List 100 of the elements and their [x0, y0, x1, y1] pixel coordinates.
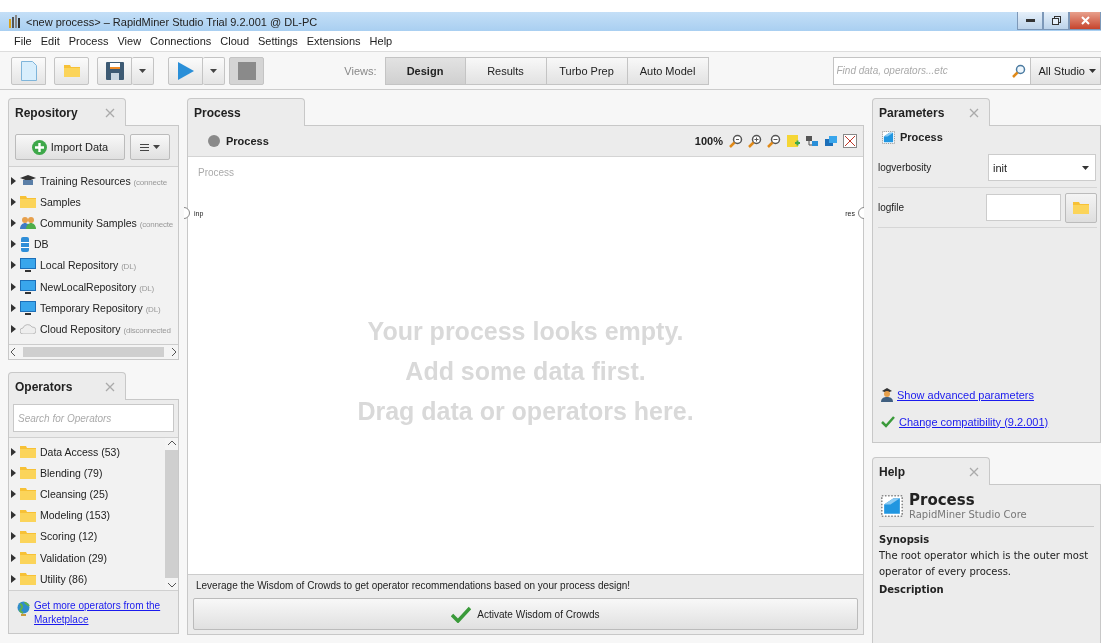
close-button[interactable] — [1069, 12, 1101, 30]
tree-item[interactable]: Cloud Repository (disconnected — [9, 318, 178, 340]
expand-arrow-icon[interactable] — [11, 303, 16, 312]
cloud-icon — [20, 323, 36, 335]
menu-item[interactable]: Process — [68, 35, 109, 47]
parameters-link[interactable]: Change compatibility (9.2.001) — [899, 415, 1049, 428]
tree-item[interactable]: Local Repository (DL) — [9, 254, 178, 276]
expand-arrow-icon[interactable] — [11, 511, 16, 520]
view-tab[interactable]: Results — [465, 56, 547, 85]
expand-arrow-icon[interactable] — [11, 532, 16, 541]
menu-item[interactable]: Edit — [40, 35, 60, 47]
tree-item[interactable]: Utility (86) — [9, 568, 165, 590]
note-icon[interactable] — [786, 134, 800, 148]
zoom-level: 100% — [694, 135, 723, 147]
operator-title: Process — [909, 491, 976, 509]
folder-icon — [20, 195, 36, 209]
tree-item[interactable]: Community Samples (connecte — [9, 212, 178, 234]
expand-arrow-icon[interactable] — [11, 574, 16, 583]
tree-item[interactable]: Modeling (153) — [9, 504, 165, 526]
panel-tab[interactable]: Operators — [8, 372, 126, 400]
caret-icon — [210, 68, 217, 73]
menu-item[interactable]: File — [14, 35, 32, 47]
globe-icon — [17, 601, 30, 616]
expand-arrow-icon[interactable] — [11, 261, 16, 270]
output-port-icon[interactable] — [857, 207, 865, 219]
tree-item[interactable]: Temporary Repository (DL) — [9, 297, 178, 319]
expand-arrow-icon[interactable] — [11, 240, 16, 249]
parameter-label: logverbosity — [878, 162, 933, 173]
run-menu-button[interactable] — [203, 56, 225, 85]
expand-arrow-icon[interactable] — [11, 468, 16, 477]
section-heading: Synopsis — [879, 534, 931, 545]
monitor-icon — [20, 300, 36, 315]
view-tab[interactable]: Turbo Prep — [546, 56, 628, 85]
tree-item[interactable]: Scoring (12) — [9, 525, 165, 547]
tree-item[interactable]: Samples — [9, 191, 178, 213]
vertical-scrollbar[interactable] — [165, 438, 178, 590]
expand-arrow-icon[interactable] — [11, 176, 16, 185]
menu-item[interactable]: Cloud — [220, 35, 249, 47]
plus-icon — [31, 139, 47, 155]
people-icon — [20, 215, 36, 230]
import-data-button[interactable]: Import Data — [15, 134, 125, 160]
tree-item[interactable]: Data Access (53) — [9, 441, 165, 463]
menu-icon — [140, 143, 149, 151]
checkmark-icon — [451, 605, 472, 623]
expand-arrow-icon[interactable] — [11, 197, 16, 206]
panel-tab[interactable]: Process — [187, 98, 305, 126]
tree-item[interactable]: Blending (79) — [9, 462, 165, 484]
search-field[interactable]: Find data, operators...etc — [832, 56, 1031, 85]
menu-item[interactable]: Settings — [258, 35, 298, 47]
menu-item[interactable]: Connections — [150, 35, 212, 47]
panel-tab[interactable]: Help — [872, 457, 990, 485]
tree-item[interactable]: NewLocalRepository (DL) — [9, 275, 178, 298]
expand-arrow-icon[interactable] — [11, 282, 16, 291]
minimize-button[interactable] — [1017, 12, 1043, 30]
menu-item[interactable]: Help — [369, 35, 393, 47]
run-button[interactable] — [168, 56, 203, 85]
arrange-icon[interactable] — [843, 134, 857, 148]
tree-item[interactable]: Validation (29) — [9, 546, 165, 569]
menu-item[interactable]: Extensions — [306, 35, 361, 47]
menu-button[interactable] — [130, 134, 170, 160]
parameters-link[interactable]: Show advanced parameters — [897, 388, 1034, 401]
tree-item[interactable]: Cleansing (25) — [9, 483, 165, 505]
folder-icon — [1073, 201, 1090, 214]
expand-arrow-icon[interactable] — [11, 447, 16, 456]
expand-arrow-icon[interactable] — [11, 553, 16, 562]
panel-tab[interactable]: Repository — [8, 98, 126, 126]
save-button[interactable] — [97, 56, 132, 85]
save-menu-button[interactable] — [132, 56, 154, 85]
folder-icon — [20, 529, 36, 543]
view-tab[interactable]: Design — [384, 56, 466, 85]
monitor-icon — [20, 258, 36, 273]
restore-button[interactable] — [1043, 12, 1069, 30]
scope-dropdown[interactable]: All Studio — [1030, 56, 1101, 85]
zoom-fit-icon[interactable] — [729, 134, 743, 148]
play-icon — [177, 61, 194, 80]
layers-icon[interactable] — [824, 134, 838, 148]
document-icon — [20, 60, 37, 81]
panel-tab[interactable]: Parameters — [872, 98, 990, 126]
folder-icon — [20, 445, 36, 459]
expand-arrow-icon[interactable] — [11, 489, 16, 498]
tree-item[interactable]: DB — [9, 233, 178, 255]
expand-arrow-icon[interactable] — [11, 324, 16, 333]
input-port-icon[interactable] — [184, 207, 192, 219]
caret-icon — [153, 145, 160, 149]
zoom-in-icon[interactable] — [748, 134, 762, 148]
zoom-out-icon[interactable] — [767, 134, 781, 148]
horizontal-scrollbar[interactable] — [9, 344, 178, 359]
marketplace-link[interactable]: Get more operators from the Marketplace — [34, 599, 172, 627]
view-tab[interactable]: Auto Model — [627, 56, 709, 85]
expand-arrow-icon[interactable] — [11, 218, 16, 227]
file-path-field[interactable] — [986, 194, 1062, 221]
auto-wire-icon[interactable] — [805, 134, 819, 148]
restore-icon — [1051, 16, 1061, 25]
stop-button[interactable] — [229, 56, 264, 85]
tree-item[interactable]: Training Resources (connecte — [9, 170, 178, 192]
activate-wisdom-button[interactable]: Activate Wisdom of Crowds — [193, 598, 858, 630]
menu-item[interactable]: View — [117, 35, 142, 47]
dropdown[interactable]: init — [988, 154, 1096, 181]
minimize-icon — [1025, 19, 1035, 22]
search-field[interactable]: Search for Operators — [13, 404, 174, 432]
